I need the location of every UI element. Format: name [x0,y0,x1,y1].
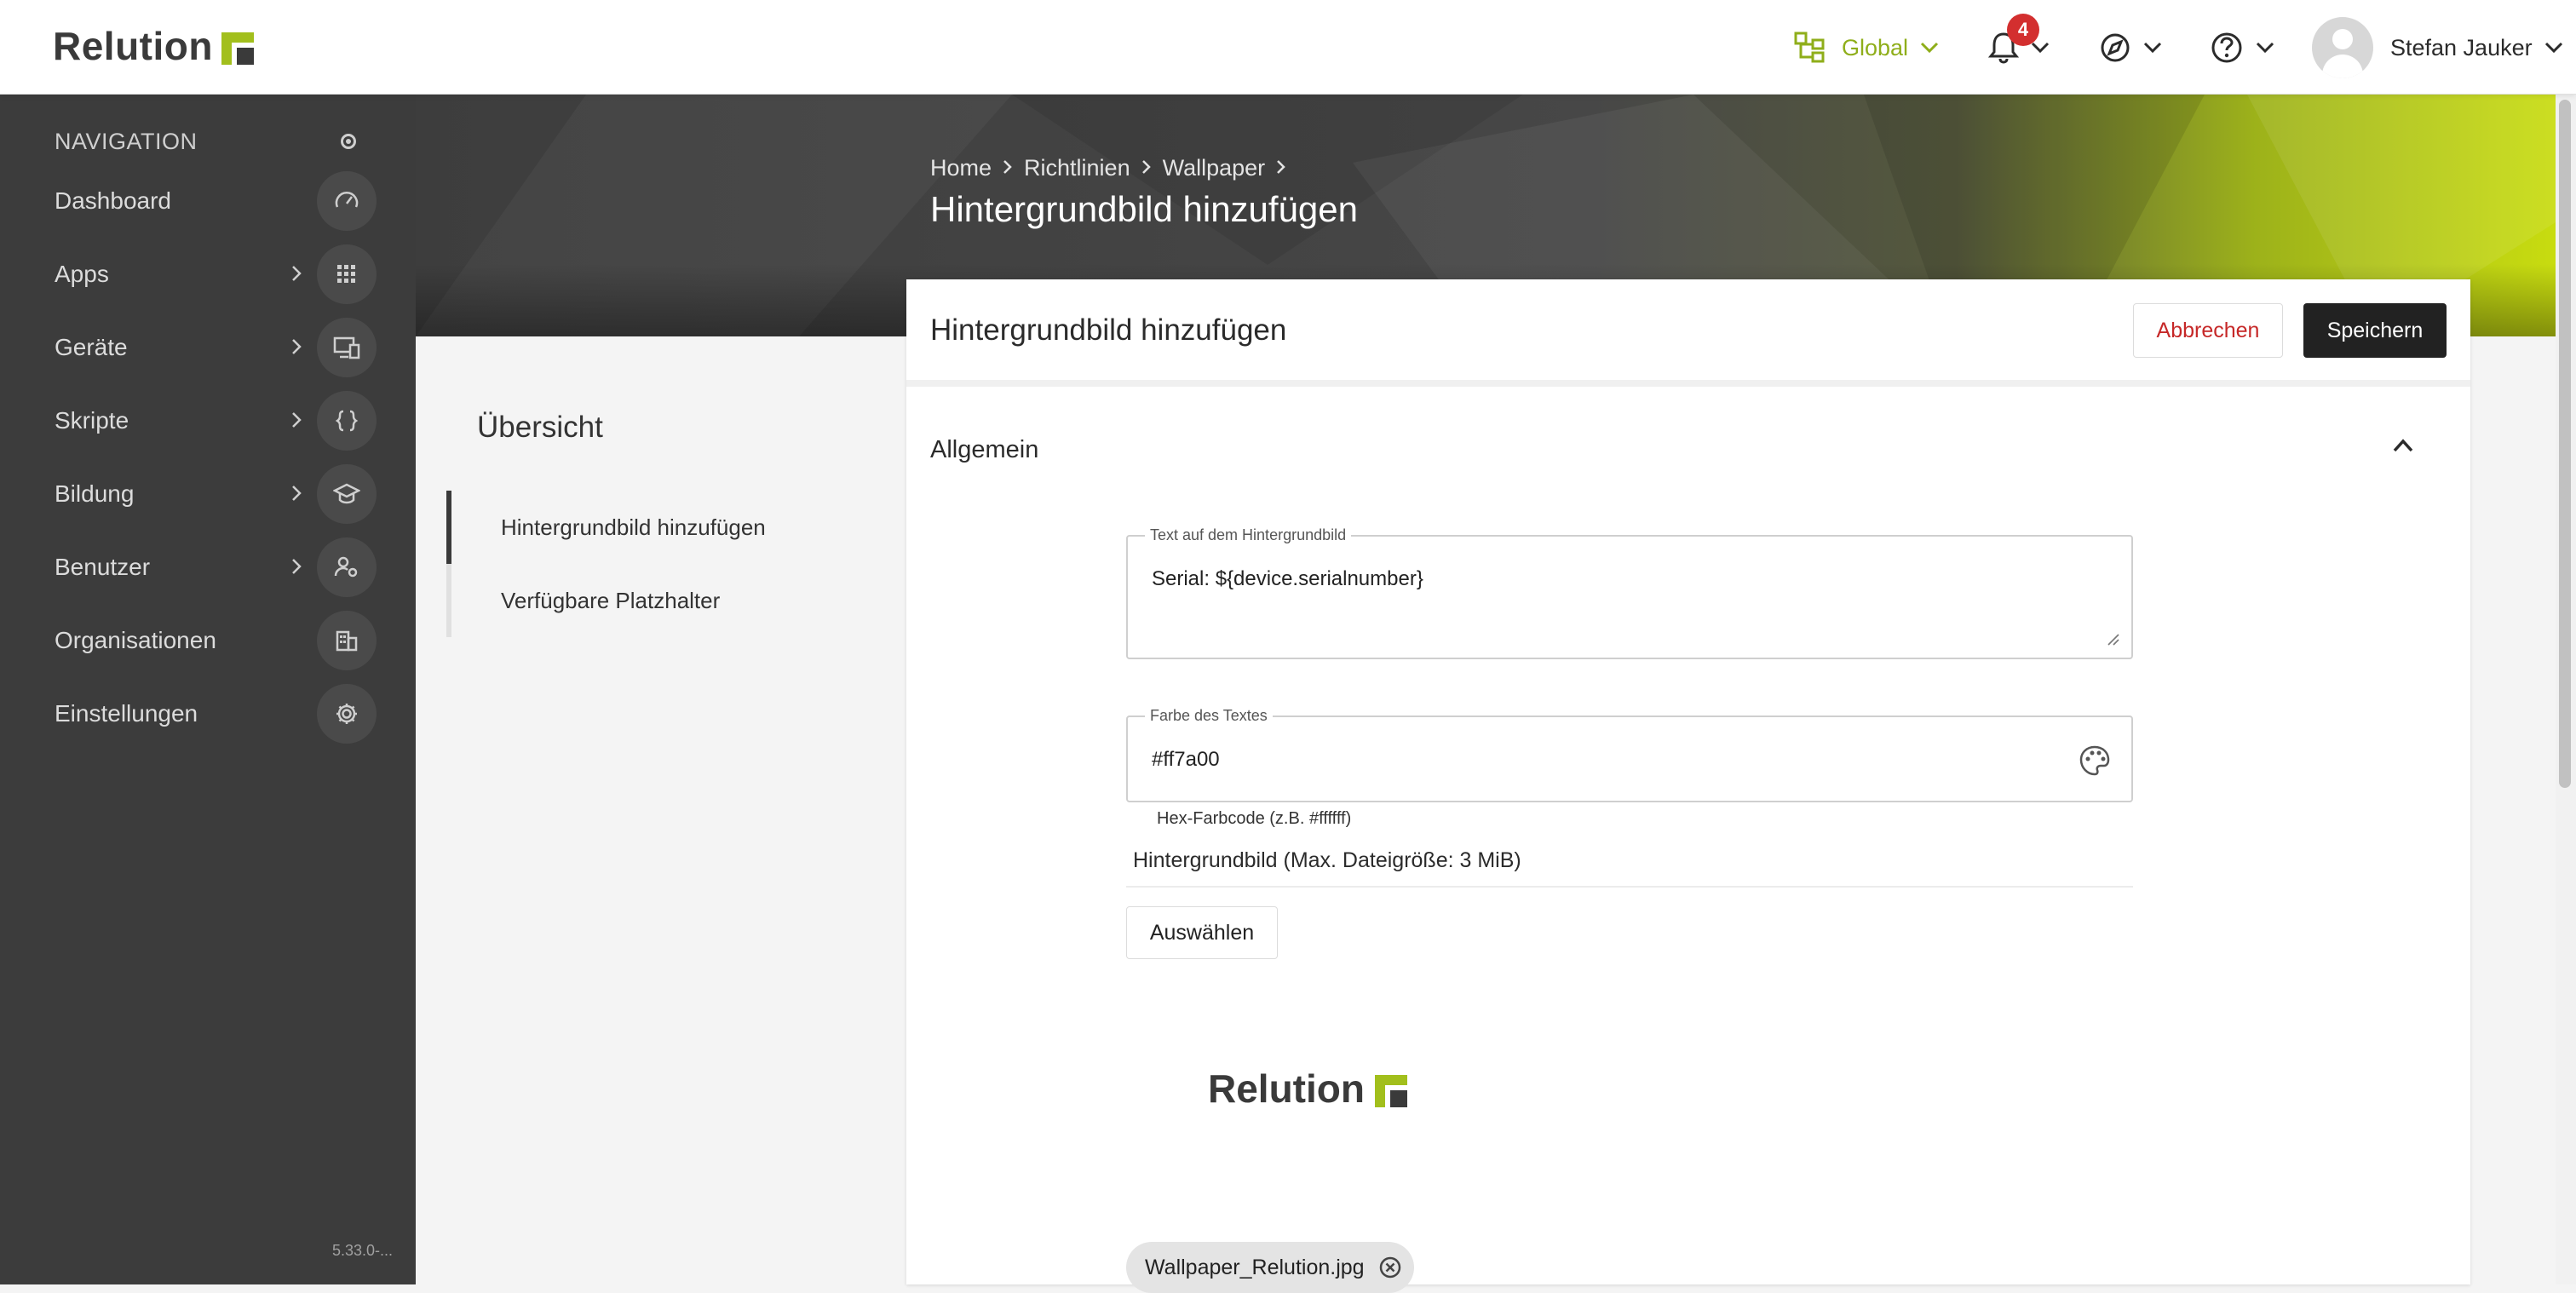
overview-title: Übersicht [477,411,603,444]
palette-icon[interactable] [2079,744,2111,777]
sidebar: NAVIGATION Dashboard Apps Geräte Skripte… [0,95,416,1284]
breadcrumb: Home Richtlinien Wallpaper [930,155,1297,181]
file-chip: Wallpaper_Relution.jpg [1126,1242,1414,1293]
color-hint: Hex-Farbcode (z.B. #ffffff) [1157,809,1352,828]
sidebar-item-label: Geräte [55,334,128,360]
grid-icon [317,244,377,304]
sidebar-item-apps[interactable]: Apps [0,238,416,311]
wallpaper-text-value: Serial: ${device.serialnumber} [1152,567,1423,590]
breadcrumb-home[interactable]: Home [930,155,992,181]
user-menu[interactable]: Stefan Jauker [2312,17,2563,78]
breadcrumb-wallpaper[interactable]: Wallpaper [1163,155,1266,181]
sidebar-item-label: Organisationen [55,627,216,653]
app-version: 5.33.0-... [332,1242,394,1259]
chevron-right-icon [1002,155,1014,181]
avatar [2312,17,2373,78]
sidebar-item-organizations[interactable]: Organisationen [0,604,416,677]
overview-item-add-wallpaper[interactable]: Hintergrundbild hinzufügen [446,491,855,564]
file-name: Wallpaper_Relution.jpg [1145,1255,1365,1279]
devices-icon [317,318,377,377]
brand-mark-icon [1374,1075,1407,1107]
save-button[interactable]: Speichern [2303,303,2447,358]
text-color-value: #ff7a00 [1152,748,1220,771]
pin-sidebar-icon[interactable] [341,134,356,149]
graduation-cap-icon [317,464,377,524]
top-bar: Relution Global 4 Stefan Jauker [0,0,2576,95]
gear-icon [317,684,377,744]
wallpaper-image-label: Hintergrundbild (Max. Dateigröße: 3 MiB) [1133,848,1521,872]
page-title: Hintergrundbild hinzufügen [930,189,1359,229]
chevron-right-icon [292,412,302,428]
notifications-button[interactable]: 4 [1988,14,2050,72]
sidebar-item-scripts[interactable]: Skripte [0,384,416,457]
scope-selector[interactable]: Global [1794,24,1954,72]
overview-item-placeholders[interactable]: Verfügbare Platzhalter [446,564,855,637]
users-icon [317,537,377,597]
sidebar-item-label: Bildung [55,480,135,507]
status-menu-button[interactable] [2099,24,2162,72]
chevron-right-icon [292,339,302,354]
chevron-down-icon [2031,42,2050,54]
gauge-icon [317,171,377,231]
compass-icon [2101,33,2130,62]
nav-header: NAVIGATION [55,129,198,154]
active-indicator [446,491,451,564]
resize-handle-icon[interactable] [2106,632,2119,646]
field-label: Farbe des Textes [1145,707,1273,725]
wallpaper-preview: Relution [1208,1063,1407,1114]
divider [1126,886,2133,888]
card-header: Hintergrundbild hinzufügen Abbrechen Spe… [906,279,2470,387]
chevron-right-icon [292,486,302,501]
overview-item-label: Verfügbare Platzhalter [501,587,721,613]
notification-count-badge: 4 [2007,14,2039,46]
card-title: Hintergrundbild hinzufügen [930,313,1287,347]
cancel-button[interactable]: Abbrechen [2133,303,2283,358]
building-icon [317,611,377,670]
chevron-right-icon [292,559,302,574]
sidebar-item-label: Einstellungen [55,700,198,727]
chevron-down-icon [1920,42,1939,54]
scope-label: Global [1842,34,1909,60]
sidebar-item-settings[interactable]: Einstellungen [0,677,416,750]
sidebar-item-users[interactable]: Benutzer [0,531,416,604]
sidebar-item-label: Dashboard [55,187,171,214]
brand-name: Relution [53,24,213,68]
section-title-general: Allgemein [930,436,1039,463]
chevron-down-icon [2143,42,2162,54]
sidebar-item-label: Benutzer [55,554,151,580]
code-braces-icon [317,391,377,451]
text-color-field[interactable]: Farbe des Textes #ff7a00 [1126,707,2133,802]
wallpaper-form-card: Hintergrundbild hinzufügen Abbrechen Spe… [906,279,2470,1293]
help-menu-button[interactable] [2210,24,2274,72]
brand-logo[interactable]: Relution [53,22,254,70]
chevron-right-icon [292,266,302,281]
sidebar-item-label: Skripte [55,407,129,434]
field-label: Text auf dem Hintergrundbild [1145,526,1352,544]
brand-mark-icon [221,32,254,65]
breadcrumb-policies[interactable]: Richtlinien [1024,155,1130,181]
sidebar-item-education[interactable]: Bildung [0,457,416,531]
inactive-indicator [446,564,451,637]
help-icon [2211,32,2242,63]
preview-logo-text: Relution [1208,1066,1365,1111]
page-scrollbar[interactable] [2556,95,2576,1284]
chevron-down-icon [2256,42,2274,54]
user-name: Stefan Jauker [2390,34,2533,60]
sidebar-item-label: Apps [55,261,109,287]
sidebar-item-dashboard[interactable]: Dashboard [0,164,416,238]
chevron-right-icon [1275,155,1287,181]
remove-file-icon[interactable] [1378,1256,1402,1279]
overview-item-label: Hintergrundbild hinzufügen [501,514,766,540]
select-image-button[interactable]: Auswählen [1126,906,1278,959]
sidebar-item-devices[interactable]: Geräte [0,311,416,384]
scrollbar-thumb[interactable] [2559,100,2571,788]
chevron-up-icon[interactable] [2392,438,2414,453]
wallpaper-text-field[interactable]: Text auf dem Hintergrundbild Serial: ${d… [1126,526,2133,659]
chevron-right-icon [1141,155,1153,181]
chevron-down-icon [2544,42,2562,54]
hierarchy-icon [1794,32,1825,63]
